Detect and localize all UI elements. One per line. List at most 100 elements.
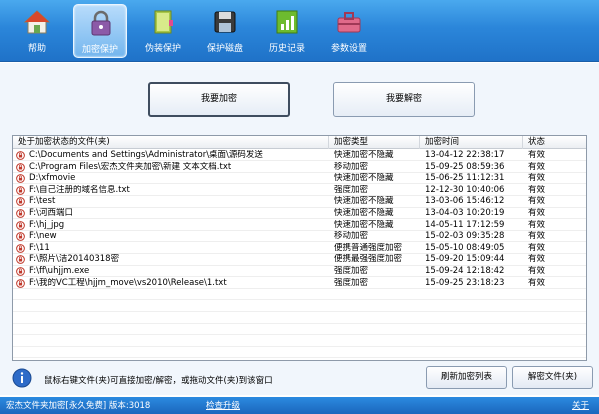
toolbar-help-button[interactable]: 帮助: [10, 4, 64, 58]
decrypt-file-button[interactable]: 解密文件(夹): [512, 366, 593, 389]
cell-encrypt-time: 15-02-03 09:35:28: [425, 231, 505, 242]
cell-file-path: F:\hj_jpg: [29, 219, 65, 230]
check-update-link[interactable]: 检查升级: [206, 399, 240, 411]
toolbar-encrypt-protect-button[interactable]: 加密保护: [73, 4, 127, 58]
cell-encrypt-type: 移动加密: [334, 231, 369, 242]
table-row[interactable]: F:\11 便携普通强度加密 15-05-10 08:49:05 有效: [13, 242, 586, 255]
toolbar-item-label: 伪装保护: [144, 44, 181, 54]
cell-encrypt-type: 快速加密不隐藏: [334, 150, 394, 160]
table-row[interactable]: F:\照片\洁20140318密 便携最强强度加密 15-09-20 15:09:4…: [13, 254, 586, 266]
table-row[interactable]: F:\自己注册的域名信息.txt 强度加密 12-12-30 10:40:06 有效: [13, 184, 586, 197]
toolbar-item-label: 保护磁盘: [206, 44, 243, 54]
toolbar-item-label: 加密保护: [81, 45, 118, 55]
cell-encrypt-time: 14-05-11 17:12:59: [425, 219, 505, 230]
cell-file-path: F:\我的VC工程\hjjm_move\vs2010\Release\1.txt: [29, 277, 227, 288]
toolbar-history-button[interactable]: 历史记录: [260, 4, 314, 58]
cell-file-path: F:\照片\洁20140318密: [29, 254, 120, 265]
table-row[interactable]: F:\test 快速加密不隐藏 13-03-06 15:46:12 有效: [13, 196, 586, 208]
toolbar-settings-button[interactable]: 参数设置: [322, 4, 376, 58]
cell-encrypt-time: 15-06-25 11:12:31: [425, 173, 505, 184]
cell-encrypt-type: 快速加密不隐藏: [334, 173, 394, 184]
cell-encrypt-type: 强度加密: [334, 266, 369, 276]
cell-status: 有效: [528, 266, 546, 276]
decrypt-button[interactable]: 我要解密: [333, 82, 475, 117]
cell-encrypt-type: 强度加密: [334, 184, 369, 195]
table-row[interactable]: F:\new 移动加密 15-02-03 09:35:28 有效: [13, 231, 586, 243]
table-row[interactable]: F:\我的VC工程\hjjm_move\vs2010\Release\1.txt…: [13, 278, 586, 289]
main-panel: 我要加密 我要解密 处于加密状态的文件(夹) 加密类型 加密时间 状态 C:\D…: [0, 63, 599, 395]
table-row[interactable]: C:\Documents and Settings\Administrator\…: [13, 150, 586, 162]
table-row[interactable]: F:\ff\uhjjm.exe 强度加密 15-09-24 12:18:42 有效: [13, 266, 586, 278]
cell-status: 有效: [528, 161, 546, 172]
toolbar-disguise-protect-button[interactable]: 伪装保护: [136, 4, 190, 58]
cell-encrypt-type: 快速加密不隐藏: [334, 196, 394, 207]
column-header-type[interactable]: 加密类型: [329, 136, 420, 149]
cell-file-path: F:\ff\uhjjm.exe: [29, 266, 90, 276]
cell-encrypt-time: 13-04-03 10:20:19: [425, 208, 505, 218]
lock-icon: [16, 174, 25, 184]
cell-status: 有效: [528, 254, 546, 265]
home-icon: [23, 10, 51, 34]
toolbar-item-label: 历史记录: [268, 44, 305, 54]
lock-icon: [16, 220, 25, 230]
lock-icon: [16, 162, 25, 172]
column-header-status[interactable]: 状态: [523, 136, 586, 149]
cell-file-path: F:\自己注册的域名信息.txt: [29, 184, 130, 195]
cell-encrypt-type: 移动加密: [334, 161, 369, 172]
lock-icon: [16, 243, 25, 253]
empty-row: [13, 289, 586, 301]
cell-status: 有效: [528, 196, 546, 207]
table-header: 处于加密状态的文件(夹) 加密类型 加密时间 状态: [13, 136, 586, 149]
column-header-file[interactable]: 处于加密状态的文件(夹): [13, 136, 329, 149]
encrypt-button[interactable]: 我要加密: [148, 82, 290, 117]
encrypted-files-table[interactable]: 处于加密状态的文件(夹) 加密类型 加密时间 状态 C:\Documents a…: [12, 135, 587, 361]
cell-file-path: F:\河西端口: [29, 208, 73, 218]
about-link[interactable]: 关于: [572, 399, 589, 411]
cell-status: 有效: [528, 208, 546, 218]
empty-row: [13, 336, 586, 347]
empty-row: [13, 301, 586, 313]
lock-icon: [16, 197, 25, 207]
column-header-time[interactable]: 加密时间: [420, 136, 523, 149]
cell-status: 有效: [528, 219, 546, 230]
toolbar-item-label: 帮助: [27, 44, 46, 54]
chart-icon: [276, 10, 298, 34]
cell-encrypt-time: 15-09-25 23:18:23: [425, 277, 505, 288]
cell-encrypt-type: 便携普通强度加密: [334, 242, 403, 253]
lock-icon: [16, 151, 25, 160]
table-row[interactable]: D:\xfmovie 快速加密不隐藏 15-06-25 11:12:31 有效: [13, 173, 586, 185]
lock-icon: [16, 185, 25, 195]
cell-encrypt-time: 13-03-06 15:46:12: [425, 196, 505, 207]
lock-icon: [16, 255, 25, 265]
disk-icon: [214, 11, 236, 33]
cell-status: 有效: [528, 242, 546, 253]
lock-icon: [16, 278, 25, 288]
cell-file-path: F:\11: [29, 242, 50, 253]
cell-encrypt-time: 12-12-30 10:40:06: [425, 184, 505, 195]
cell-status: 有效: [528, 277, 546, 288]
lock-icon: [16, 232, 25, 242]
refresh-list-button[interactable]: 刷新加密列表: [426, 366, 507, 389]
table-row[interactable]: C:\Program Files\宏杰文件夹加密\新建 文本文档.txt 移动加密…: [13, 162, 586, 173]
cell-encrypt-time: 15-09-24 12:18:42: [425, 266, 505, 276]
cell-file-path: F:\test: [29, 196, 56, 207]
top-toolbar: 帮助 加密保护 伪装保护 保护磁盘 历史记录 参数设置: [0, 0, 599, 62]
hint-text: 鼠标右键文件(夹)可直接加密/解密，或拖动文件(夹)到该窗口: [44, 376, 273, 386]
cell-encrypt-type: 强度加密: [334, 277, 369, 288]
table-row[interactable]: F:\河西端口 快速加密不隐藏 13-04-03 10:20:19 有效: [13, 208, 586, 220]
toolbar-protect-disk-button[interactable]: 保护磁盘: [198, 4, 252, 58]
book-icon: [154, 10, 173, 34]
table-row[interactable]: F:\hj_jpg 快速加密不隐藏 14-05-11 17:12:59 有效: [13, 220, 586, 231]
cell-encrypt-time: 15-05-10 08:49:05: [425, 242, 505, 253]
lock-icon: [16, 267, 25, 276]
cell-encrypt-time: 15-09-25 08:59:36: [425, 161, 505, 172]
cell-file-path: C:\Documents and Settings\Administrator\…: [29, 150, 263, 160]
cell-encrypt-time: 13-04-12 22:38:17: [425, 150, 505, 160]
lock-icon: [91, 10, 111, 36]
cell-encrypt-type: 便携最强强度加密: [334, 254, 403, 265]
toolbar-item-label: 参数设置: [330, 44, 367, 54]
cell-file-path: C:\Program Files\宏杰文件夹加密\新建 文本文档.txt: [29, 161, 232, 172]
cell-file-path: F:\new: [29, 231, 57, 242]
cell-status: 有效: [528, 150, 546, 160]
product-version-text: 宏杰文件夹加密[永久免费] 版本:3018: [6, 401, 151, 411]
